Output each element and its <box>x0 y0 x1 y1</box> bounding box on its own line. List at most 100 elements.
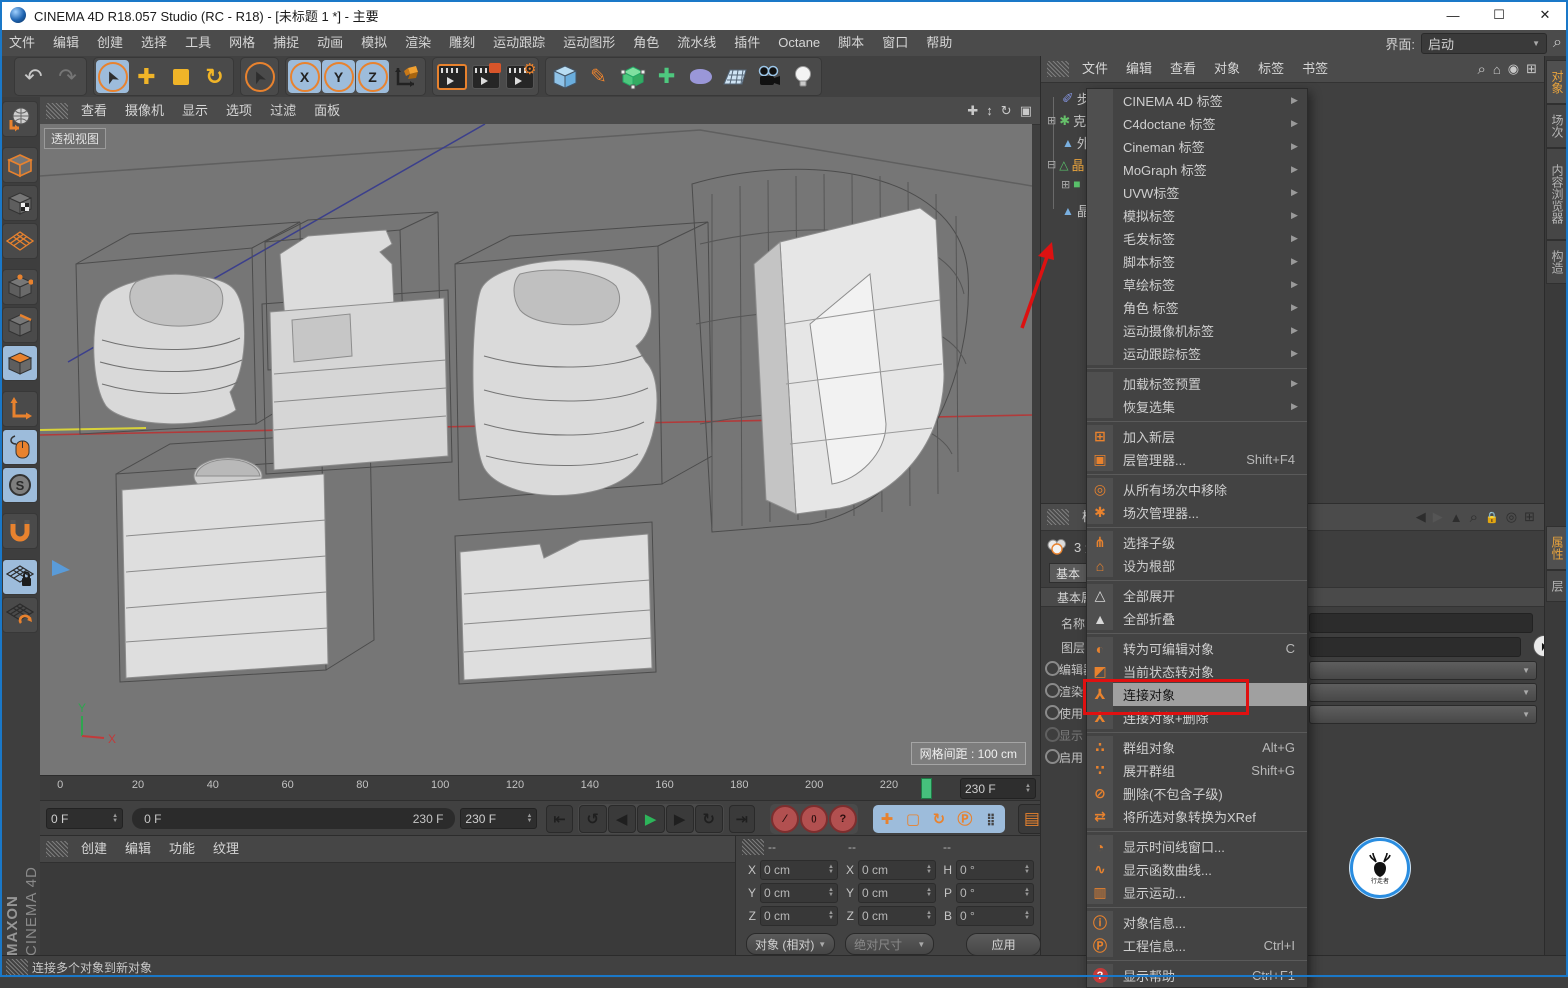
key-rotation-toggle[interactable]: ↻ <box>927 807 951 831</box>
rot-b-field[interactable]: 0 °▲▼ <box>956 906 1034 926</box>
timeline-playhead[interactable] <box>921 778 932 799</box>
pos-x-field[interactable]: 0 cm▲▼ <box>760 860 838 880</box>
render-visibility-radio[interactable] <box>1045 683 1060 698</box>
play-button[interactable]: ▶ <box>637 805 665 833</box>
render-visibility-dropdown[interactable]: ▼ <box>1309 683 1537 702</box>
texture-mode-button[interactable] <box>2 185 38 221</box>
menu-item-script-tags[interactable]: 脚本标签▶ <box>1087 250 1307 273</box>
enable-axis-button[interactable] <box>2 391 38 427</box>
menu-item-make-editable[interactable]: ◐转为可编辑对象C <box>1087 637 1307 660</box>
menu-tools[interactable]: 工具 <box>176 30 220 56</box>
om-menu-tags[interactable]: 标签 <box>1249 56 1293 82</box>
end-frame-box[interactable]: 230 F ▲▼ <box>960 778 1036 799</box>
history-back-icon[interactable]: ◀ <box>1416 509 1426 525</box>
close-button[interactable]: ✕ <box>1522 0 1568 30</box>
display-color-radio[interactable] <box>1045 727 1060 742</box>
previous-frame-button[interactable]: ◀ <box>608 805 636 833</box>
use-color-dropdown[interactable]: ▼ <box>1309 705 1537 724</box>
menu-item-unfold-all[interactable]: △全部展开 <box>1087 584 1307 607</box>
name-input[interactable] <box>1309 613 1533 633</box>
tab-objects[interactable]: 对象 <box>1546 60 1568 104</box>
camera-button[interactable] <box>752 60 785 93</box>
menu-item-restore-selection[interactable]: 恢复选集▶ <box>1087 395 1307 418</box>
key-scale-toggle[interactable]: ▢ <box>901 807 925 831</box>
om-menu-edit[interactable]: 编辑 <box>1117 56 1161 82</box>
viewport-rotate-icon[interactable]: ↻ <box>1001 103 1012 119</box>
spline-pen-button[interactable]: ✎ <box>582 60 615 93</box>
menu-item-sketch-tags[interactable]: 草绘标签▶ <box>1087 273 1307 296</box>
tab-structure[interactable]: 构造 <box>1546 240 1568 284</box>
menu-mesh[interactable]: 网格 <box>220 30 264 56</box>
menu-item-take-manager[interactable]: ✱场次管理器... <box>1087 501 1307 524</box>
search-icon[interactable]: ⌕ <box>1477 61 1485 78</box>
tree-item-cloner[interactable]: ⊞ ✱ 克 <box>1047 111 1086 130</box>
menu-item-simulation-tags[interactable]: 模拟标签▶ <box>1087 204 1307 227</box>
tree-item-polygon1[interactable]: ▲ 外 <box>1047 133 1090 152</box>
panel-drag-handle[interactable] <box>1047 509 1069 525</box>
points-mode-button[interactable] <box>2 269 38 305</box>
tree-item-cube-child[interactable]: ⊞ ■ <box>1061 177 1083 191</box>
size-z-field[interactable]: 0 cm▲▼ <box>858 906 936 926</box>
rot-h-field[interactable]: 0 °▲▼ <box>956 860 1034 880</box>
scale-tool-button[interactable] <box>164 60 197 93</box>
workplane-mode-button[interactable] <box>2 223 38 259</box>
play-backwards-button[interactable]: ↺ <box>579 805 607 833</box>
perspective-viewport[interactable]: Y X 透视视图 网格间距 : 100 cm <box>40 124 1032 775</box>
tab-takes[interactable]: 场次 <box>1546 104 1568 148</box>
panel-drag-handle[interactable] <box>46 841 68 857</box>
menu-item-project-information[interactable]: Ⓟ工程信息...Ctrl+I <box>1087 934 1307 957</box>
keyframe-selection-button[interactable]: ? <box>829 805 857 833</box>
lock-icon[interactable]: 🔒 <box>1485 511 1499 524</box>
menu-create[interactable]: 创建 <box>88 30 132 56</box>
coordinate-system-button[interactable] <box>390 60 423 93</box>
tree-item-brush[interactable]: ✐ 步 <box>1047 89 1090 108</box>
menu-animate[interactable]: 动画 <box>308 30 352 56</box>
menu-item-expand-group[interactable]: ∵展开群组Shift+G <box>1087 759 1307 782</box>
move-tool-button[interactable]: ✚ <box>130 60 163 93</box>
menu-item-select-children[interactable]: ⋔选择子级 <box>1087 531 1307 554</box>
menu-window[interactable]: 窗口 <box>873 30 917 56</box>
current-frame-spinner[interactable]: 0 F ▲▼ <box>46 808 123 829</box>
mat-menu-function[interactable]: 功能 <box>160 836 204 862</box>
menu-item-group-objects[interactable]: ∴群组对象Alt+G <box>1087 736 1307 759</box>
rot-p-field[interactable]: 0 °▲▼ <box>956 883 1034 903</box>
mat-menu-texture[interactable]: 纹理 <box>204 836 248 862</box>
panel-drag-handle[interactable] <box>46 103 68 119</box>
menu-item-fold-all[interactable]: ▲全部折叠 <box>1087 607 1307 630</box>
menu-item-motion-camera-tags[interactable]: 运动摄像机标签▶ <box>1087 319 1307 342</box>
menu-item-load-tag-preset[interactable]: 加载标签预置▶ <box>1087 372 1307 395</box>
vp-menu-cameras[interactable]: 摄像机 <box>116 98 173 124</box>
menu-item-set-as-root[interactable]: ⌂设为根部 <box>1087 554 1307 577</box>
om-menu-view[interactable]: 查看 <box>1161 56 1205 82</box>
workplane-rotate-button[interactable] <box>2 597 38 633</box>
menu-help[interactable]: 帮助 <box>917 30 961 56</box>
menu-file[interactable]: 文件 <box>0 30 44 56</box>
tab-content-browser[interactable]: 内容浏览器 <box>1546 148 1568 240</box>
key-pla-toggle[interactable]: ⣿ <box>979 807 1003 831</box>
mat-menu-create[interactable]: 创建 <box>72 836 116 862</box>
key-position-toggle[interactable]: ✚ <box>875 807 899 831</box>
menu-item-remove-from-takes[interactable]: ◎从所有场次中移除 <box>1087 478 1307 501</box>
viewport-zoom-icon[interactable]: ↕ <box>986 103 993 119</box>
materials-list-area[interactable] <box>40 863 735 956</box>
menu-item-show-help[interactable]: ?显示帮助Ctrl+F1 <box>1087 964 1307 987</box>
history-forward-icon[interactable]: ▶ <box>1433 509 1443 525</box>
menu-item-hair-tags[interactable]: 毛发标签▶ <box>1087 227 1307 250</box>
viewport-solo-button[interactable] <box>2 429 38 465</box>
menu-item-uvw-tags[interactable]: UVW标签▶ <box>1087 181 1307 204</box>
size-mode-dropdown[interactable]: 绝对尺寸▼ <box>845 933 934 955</box>
expand-icon[interactable]: ⊞ <box>1047 114 1056 127</box>
next-frame-button[interactable]: ▶ <box>666 805 694 833</box>
panel-drag-handle[interactable] <box>742 839 764 855</box>
menu-motion-tracker[interactable]: 运动跟踪 <box>484 30 554 56</box>
layer-field[interactable] <box>1309 637 1521 657</box>
viewport-maximize-icon[interactable]: ▣ <box>1020 103 1032 119</box>
pos-y-field[interactable]: 0 cm▲▼ <box>760 883 838 903</box>
menu-plugins[interactable]: 插件 <box>725 30 769 56</box>
lock-z-axis-button[interactable]: Z <box>356 60 389 93</box>
minimize-button[interactable]: — <box>1430 0 1476 30</box>
parent-up-icon[interactable]: ▲ <box>1450 510 1463 525</box>
vp-menu-view[interactable]: 查看 <box>72 98 116 124</box>
tab-layers[interactable]: 层 <box>1546 570 1568 602</box>
menu-script[interactable]: 脚本 <box>829 30 873 56</box>
